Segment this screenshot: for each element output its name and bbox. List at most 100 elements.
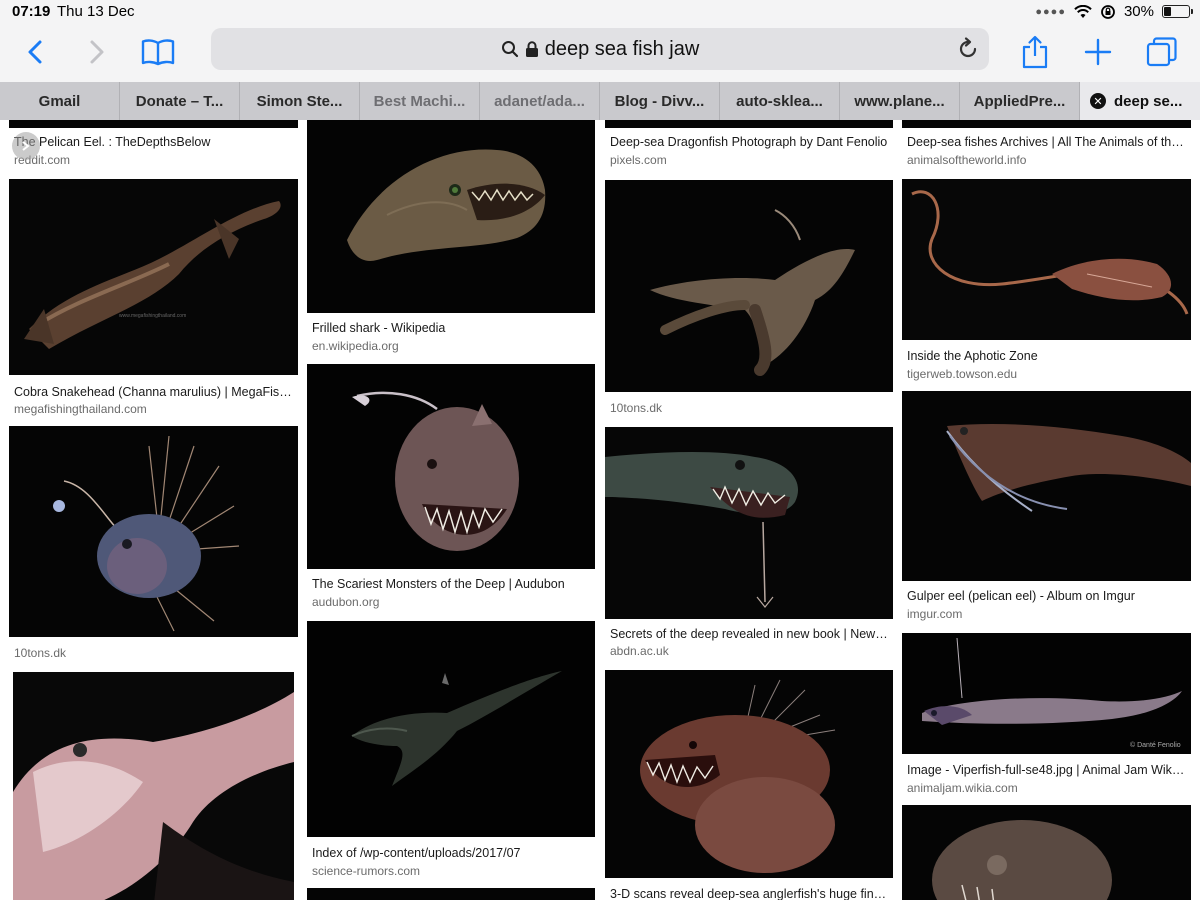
result-card[interactable]: 10tons.dk [9, 426, 298, 662]
tab-best-machine[interactable]: Best Machi... [360, 82, 480, 120]
tab-label: Best Machi... [373, 92, 466, 110]
result-caption[interactable]: Image - Viperfish-full-se48.jpg | Animal… [907, 763, 1187, 777]
result-image[interactable] [902, 391, 1191, 581]
result-caption[interactable]: 3-D scans reveal deep-sea anglerfish's h… [610, 887, 889, 900]
status-date: Thu 13 Dec [57, 3, 135, 20]
tab-auto-sklearn[interactable]: auto-sklea... [720, 82, 840, 120]
result-caption[interactable]: Secrets of the deep revealed in new book… [610, 627, 889, 641]
result-image[interactable]: © Danté Fenolio [902, 633, 1191, 754]
snakehead-fish-image: www.megafishingthailand.com [9, 179, 298, 375]
result-card[interactable]: 3-D scans reveal deep-sea anglerfish's h… [605, 670, 893, 900]
tab-simon[interactable]: Simon Ste... [240, 82, 360, 120]
browser-toolbar: deep sea fish jaw [0, 24, 1200, 82]
result-image[interactable] [902, 179, 1191, 340]
result-image[interactable] [9, 426, 298, 637]
tab-gmail[interactable]: Gmail [0, 82, 120, 120]
bookmarks-button[interactable] [138, 32, 178, 72]
result-card[interactable]: The Scariest Monsters of the Deep | Audu… [307, 364, 595, 614]
chevron-right-icon [90, 40, 104, 64]
result-source: abdn.ac.uk [610, 644, 669, 658]
tab-label: adanet/ada... [494, 92, 585, 110]
tab-deep-sea-active[interactable]: ✕ deep se... [1080, 82, 1200, 120]
dragonfish-image [605, 180, 893, 392]
tab-overview-button[interactable] [1142, 32, 1182, 72]
address-bar[interactable]: deep sea fish jaw [211, 28, 989, 70]
result-card[interactable]: Deep-sea fishes Archives | All The Anima… [902, 120, 1191, 170]
anglerfish-meal-image [605, 670, 893, 878]
new-tab-button[interactable] [1078, 32, 1118, 72]
battery-percent: 30% [1123, 3, 1154, 20]
result-image[interactable] [13, 672, 294, 900]
result-image[interactable] [307, 120, 595, 313]
share-button[interactable] [1015, 32, 1055, 72]
tab-planet[interactable]: www.plane... [840, 82, 960, 120]
tab-label: Gmail [38, 92, 81, 110]
result-card[interactable]: Deep-sea Dragonfish Photograph by Dant F… [605, 120, 893, 170]
reload-button[interactable] [955, 36, 981, 62]
result-caption[interactable]: Deep-sea Dragonfish Photograph by Dant F… [610, 135, 889, 149]
result-source: pixels.com [610, 153, 667, 167]
result-card[interactable]: © Danté Fenolio Image - Viperfish-full-s… [902, 633, 1191, 798]
result-card[interactable]: Index of /wp-content/uploads/2017/07 sci… [307, 621, 595, 883]
result-card[interactable] [13, 672, 294, 900]
result-card[interactable]: Secrets of the deep revealed in new book… [605, 427, 893, 663]
anglerfish-audubon-image [307, 364, 595, 569]
image-watermark: © Danté Fenolio [1130, 741, 1181, 749]
result-card[interactable]: Frilled shark - Wikipedia en.wikipedia.o… [307, 120, 595, 356]
tab-bar: Gmail Donate – T... Simon Ste... Best Ma… [0, 82, 1200, 121]
frilled-shark-image [307, 120, 595, 313]
result-source: imgur.com [907, 607, 963, 621]
signal-dots-icon: ●●●● [1035, 5, 1066, 18]
result-caption[interactable]: Inside the Aphotic Zone [907, 349, 1187, 363]
result-image[interactable] [307, 621, 595, 837]
image-results-grid: The Pelican Eel. : TheDepthsBelow reddit… [0, 120, 1200, 900]
result-image[interactable] [307, 888, 595, 900]
result-caption[interactable]: Frilled shark - Wikipedia [312, 321, 591, 335]
result-caption[interactable]: The Pelican Eel. : TheDepthsBelow [14, 135, 294, 149]
result-card[interactable]: The Pelican Eel. : TheDepthsBelow reddit… [9, 120, 298, 170]
result-image[interactable] [605, 180, 893, 392]
lock-icon [525, 40, 538, 57]
tabs-icon [1146, 37, 1177, 67]
fish-closeup-image [13, 672, 294, 900]
address-text: deep sea fish jaw [544, 37, 700, 60]
result-card[interactable]: Gulper eel (pelican eel) - Album on Imgu… [902, 391, 1191, 626]
tab-applied[interactable]: AppliedPre... [960, 82, 1080, 120]
result-card[interactable] [902, 805, 1191, 900]
tab-label: www.plane... [854, 92, 945, 110]
tab-donate[interactable]: Donate – T... [120, 82, 240, 120]
close-tab-icon[interactable]: ✕ [1090, 93, 1106, 109]
result-image[interactable]: www.megafishingthailand.com [9, 179, 298, 375]
forward-button[interactable] [77, 32, 117, 72]
book-icon [141, 39, 175, 66]
result-card[interactable]: 10tons.dk [605, 180, 893, 420]
result-source: animaljam.wikia.com [907, 781, 1018, 795]
result-card[interactable]: Inside the Aphotic Zone tigerweb.towson.… [902, 179, 1191, 385]
result-image[interactable] [307, 364, 595, 569]
tab-adanet[interactable]: adanet/ada... [480, 82, 600, 120]
chevron-icon [22, 141, 30, 151]
result-caption[interactable]: Gulper eel (pelican eel) - Album on Imgu… [907, 589, 1187, 603]
back-button[interactable] [15, 32, 55, 72]
result-caption[interactable]: Cobra Snakehead (Channa marulius) | Mega… [14, 385, 294, 399]
tab-label: auto-sklea... [736, 92, 823, 110]
anglerfish-image [9, 426, 298, 637]
tab-label: deep se... [1114, 92, 1183, 110]
tab-blog[interactable]: Blog - Divv... [600, 82, 720, 120]
result-card[interactable] [307, 888, 595, 900]
result-caption[interactable]: The Scariest Monsters of the Deep | Audu… [312, 577, 591, 591]
result-image[interactable] [605, 120, 893, 128]
collapse-button[interactable] [12, 132, 40, 160]
result-image[interactable] [605, 427, 893, 619]
result-card[interactable]: www.megafishingthailand.com Cobra Snakeh… [9, 179, 298, 419]
result-caption[interactable]: Deep-sea fishes Archives | All The Anima… [907, 135, 1187, 149]
result-source: animalsoftheworld.info [907, 153, 1027, 167]
search-icon [501, 41, 518, 58]
result-image[interactable] [9, 120, 298, 128]
result-caption[interactable]: Index of /wp-content/uploads/2017/07 [312, 846, 591, 860]
result-image[interactable] [902, 120, 1191, 128]
result-image[interactable] [902, 805, 1191, 900]
result-image[interactable] [605, 670, 893, 878]
result-source: science-rumors.com [312, 864, 421, 878]
battery-fill [1164, 7, 1171, 16]
